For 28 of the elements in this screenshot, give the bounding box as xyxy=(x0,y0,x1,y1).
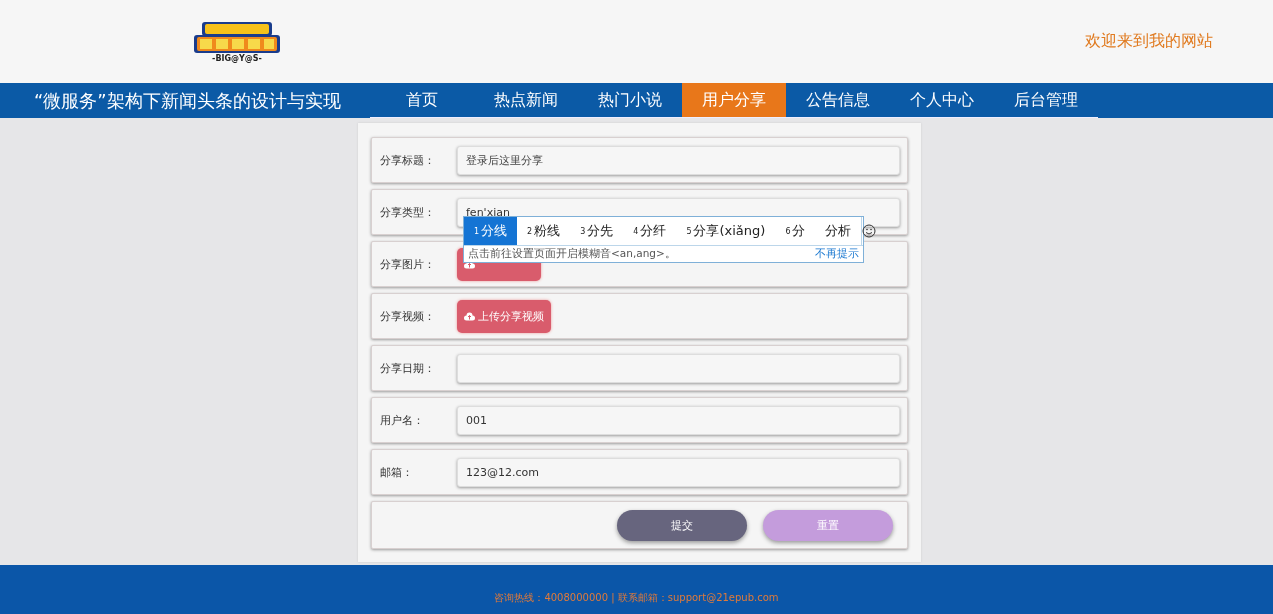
candidate-item[interactable]: 1 分线 xyxy=(464,217,518,245)
input-field[interactable]: 123@12.com xyxy=(457,457,900,487)
field-label: 用户名： xyxy=(380,412,425,428)
nav-tab[interactable]: 公告信息 xyxy=(786,83,890,118)
submit-button[interactable]: 提交 xyxy=(617,509,747,541)
hint-text: 点击前往设置页面开启模糊音<an,ang>。 xyxy=(468,247,676,261)
emoji-button[interactable] xyxy=(861,217,877,245)
nav-tab[interactable]: 首页 xyxy=(370,83,474,118)
logo-text: -BIG@Y@S- xyxy=(212,54,262,63)
nav-tab[interactable]: 个人中心 xyxy=(890,83,994,118)
dismiss-link[interactable]: 不再提示 xyxy=(815,247,859,261)
field-label: 邮箱： xyxy=(380,464,414,480)
smiley-icon xyxy=(862,224,877,238)
footer-text: 咨询热线：4008000000 | 联系邮箱：support@21epub.com xyxy=(494,591,779,605)
greeting: 欢迎来到我的网站 xyxy=(1085,31,1213,52)
upload-button[interactable]: 上传分享视频 xyxy=(457,299,551,333)
input-field[interactable]: 001 xyxy=(457,405,900,435)
site-title: “微服务”架构下新闻头条的设计与实现 xyxy=(33,88,342,113)
nav-tab[interactable]: 热点新闻 xyxy=(474,83,578,118)
field-label: 分享类型： xyxy=(380,204,436,220)
field-label: 分享图片： xyxy=(380,256,436,272)
nav-tab[interactable]: 后台管理 xyxy=(994,83,1098,118)
cloud-upload-icon xyxy=(464,311,475,321)
input-field[interactable]: 登录后这里分享 xyxy=(457,145,900,175)
field-label: 分享视频： xyxy=(380,308,436,324)
field-label: 分享日期： xyxy=(380,360,436,376)
field-label: 分享标题： xyxy=(380,152,436,168)
input-field[interactable] xyxy=(457,353,900,383)
